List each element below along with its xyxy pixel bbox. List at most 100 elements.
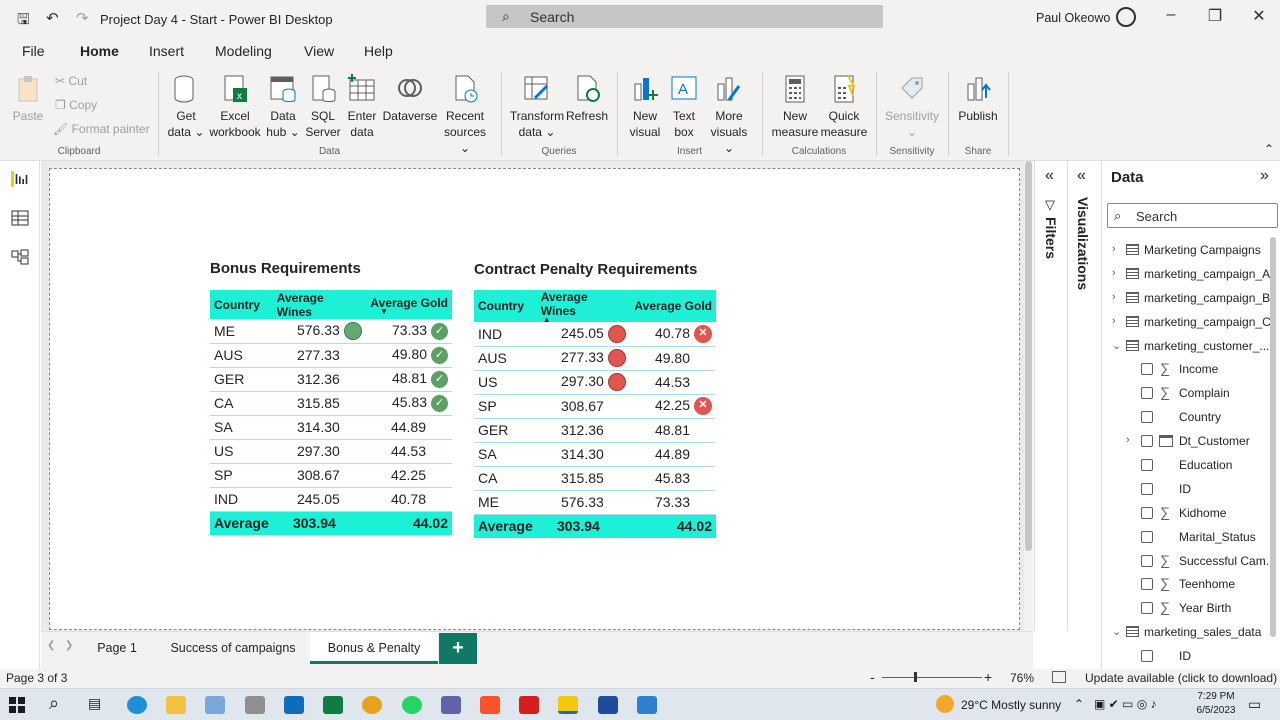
- table-row[interactable]: AUS 277.33 49.80 ✓: [210, 343, 452, 368]
- power-bi-icon[interactable]: [558, 696, 578, 714]
- collapse-ribbon-icon[interactable]: ⌃: [1264, 142, 1274, 156]
- next-page-icon[interactable]: ❯: [65, 640, 73, 651]
- weather-icon[interactable]: [936, 695, 954, 713]
- fit-page-icon[interactable]: [1052, 671, 1066, 683]
- clock-time[interactable]: 7:29 PM: [1196, 691, 1236, 702]
- chevron-right-icon[interactable]: ›: [1126, 434, 1130, 446]
- field-node[interactable]: Country: [1102, 406, 1280, 430]
- field-checkbox[interactable]: [1141, 482, 1153, 495]
- notifications-icon[interactable]: ▭: [1248, 696, 1261, 713]
- report-view-icon[interactable]: [11, 171, 29, 187]
- field-node[interactable]: ID: [1102, 645, 1280, 669]
- table-row[interactable]: IND 245.05 40.78 ✕: [474, 322, 716, 347]
- col-average-gold[interactable]: Average Gold: [629, 290, 716, 322]
- tab-modeling[interactable]: Modeling: [215, 43, 272, 59]
- table-row[interactable]: SA 314.30 44.89: [474, 442, 716, 467]
- table-node[interactable]: › marketing_campaign_C: [1102, 311, 1280, 335]
- add-page-button[interactable]: +: [439, 633, 477, 664]
- brave-icon[interactable]: [480, 696, 500, 714]
- field-node[interactable]: ∑ Successful Cam...: [1102, 550, 1280, 574]
- table-row[interactable]: US 297.30 44.53: [210, 439, 452, 464]
- field-node[interactable]: ∑ Kidhome: [1102, 502, 1280, 526]
- data-hub-button[interactable]: Data hub ⌄: [264, 74, 302, 140]
- field-checkbox[interactable]: [1141, 411, 1153, 424]
- text-box-button[interactable]: A Text box: [665, 74, 703, 140]
- col-country[interactable]: Country: [210, 290, 273, 319]
- table-node[interactable]: › marketing_campaign_A: [1102, 263, 1280, 287]
- field-node[interactable]: ∑ Year Birth: [1102, 597, 1280, 621]
- search-box[interactable]: ⌕ Search: [486, 5, 883, 28]
- notepad-icon[interactable]: [205, 696, 225, 714]
- more-visuals-button[interactable]: More visuals ⌄: [704, 74, 754, 156]
- bonus-table[interactable]: Country Average Wines Average Gold ▼ ME 57…: [210, 290, 452, 535]
- data-search-input[interactable]: ⌕ Search: [1107, 203, 1278, 228]
- table-node[interactable]: ⌄ marketing_sales_data: [1102, 621, 1280, 645]
- magnifier-app-icon[interactable]: [598, 696, 618, 714]
- collapse-data-icon[interactable]: »: [1260, 167, 1269, 185]
- whatsapp-icon[interactable]: [402, 696, 422, 714]
- get-data-button[interactable]: Get data ⌄: [165, 74, 207, 140]
- filters-label[interactable]: Filters: [1043, 217, 1059, 259]
- field-node[interactable]: Marital_Status: [1102, 526, 1280, 550]
- publish-button[interactable]: Publish: [955, 74, 1001, 124]
- chrome-icon[interactable]: [362, 696, 382, 714]
- table-row[interactable]: US 297.30 44.53: [474, 370, 716, 395]
- field-checkbox[interactable]: [1141, 363, 1153, 376]
- col-average-wines[interactable]: Average Wines ▲: [536, 290, 630, 324]
- sql-server-button[interactable]: SQL Server: [303, 74, 343, 140]
- new-visual-button[interactable]: New visual: [625, 74, 665, 140]
- chevron-right-icon[interactable]: ›: [1112, 243, 1116, 255]
- report-canvas[interactable]: Bonus Requirements Country Average Wines…: [49, 168, 1020, 630]
- zoom-in-icon[interactable]: +: [984, 669, 992, 685]
- tab-view[interactable]: View: [304, 43, 334, 59]
- table-node[interactable]: › Marketing Campaigns: [1102, 239, 1280, 263]
- field-checkbox[interactable]: [1141, 554, 1153, 567]
- table-row[interactable]: SP 308.67 42.25: [210, 463, 452, 488]
- acrobat-icon[interactable]: [519, 696, 539, 714]
- windows-start-icon[interactable]: [9, 697, 25, 713]
- table-row[interactable]: ME 576.33 73.33: [474, 490, 716, 515]
- table-row[interactable]: CA 315.85 45.83: [474, 466, 716, 491]
- field-checkbox[interactable]: [1141, 506, 1153, 519]
- avatar[interactable]: [1116, 7, 1136, 27]
- restore-icon[interactable]: ❐: [1200, 6, 1230, 26]
- tray-chevron-icon[interactable]: ⌃: [1074, 697, 1084, 711]
- chevron-right-icon[interactable]: ›: [1112, 267, 1116, 279]
- data-pane-scrollbar[interactable]: [1270, 237, 1276, 637]
- field-node[interactable]: ∑ Complain: [1102, 382, 1280, 406]
- table-row[interactable]: SA 314.30 44.89: [210, 415, 452, 440]
- page-tab-2[interactable]: Success of campaigns: [159, 632, 307, 664]
- file-explorer-icon[interactable]: [166, 696, 186, 714]
- clock-date[interactable]: 6/5/2023: [1190, 705, 1242, 716]
- copy-button[interactable]: ❐ Copy: [55, 98, 97, 112]
- field-checkbox[interactable]: [1141, 650, 1153, 663]
- filters-pane[interactable]: « ▽ Filters: [1034, 161, 1067, 631]
- visualizations-label[interactable]: Visualizations: [1075, 197, 1091, 290]
- field-checkbox[interactable]: [1141, 435, 1153, 448]
- teams-icon[interactable]: [441, 696, 461, 714]
- outlook-icon[interactable]: [284, 696, 304, 714]
- table-row[interactable]: SP 308.67 42.25 ✕: [474, 394, 716, 419]
- new-measure-button[interactable]: New measure: [769, 74, 821, 140]
- zoom-slider[interactable]: [882, 677, 982, 678]
- redo-icon[interactable]: ↷: [76, 9, 89, 27]
- photos-icon[interactable]: [637, 696, 657, 714]
- scroll-thumb[interactable]: [1025, 161, 1032, 551]
- table-node[interactable]: ⌄ marketing_customer_...: [1102, 335, 1280, 359]
- format-painter-button[interactable]: 🖌 Format painter: [53, 122, 150, 136]
- tab-home[interactable]: Home: [80, 43, 119, 69]
- col-average-wines[interactable]: Average Wines: [272, 290, 366, 319]
- sensitivity-button[interactable]: Sensitivity ⌄: [882, 74, 942, 140]
- col-country[interactable]: Country: [474, 290, 537, 322]
- close-icon[interactable]: ✕: [1244, 6, 1274, 26]
- zoom-thumb[interactable]: [914, 672, 917, 682]
- page-tab-1[interactable]: Page 1: [83, 632, 151, 664]
- table-view-icon[interactable]: [11, 210, 29, 226]
- col-average-gold[interactable]: Average Gold ▼: [365, 290, 452, 319]
- minimize-icon[interactable]: –: [1156, 6, 1186, 24]
- table-row[interactable]: CA 315.85 45.83 ✓: [210, 391, 452, 416]
- excel-taskbar-icon[interactable]: [323, 696, 343, 714]
- transform-data-button[interactable]: Transform data ⌄: [508, 74, 566, 140]
- tab-help[interactable]: Help: [364, 43, 393, 59]
- prev-page-icon[interactable]: ❮: [47, 640, 55, 651]
